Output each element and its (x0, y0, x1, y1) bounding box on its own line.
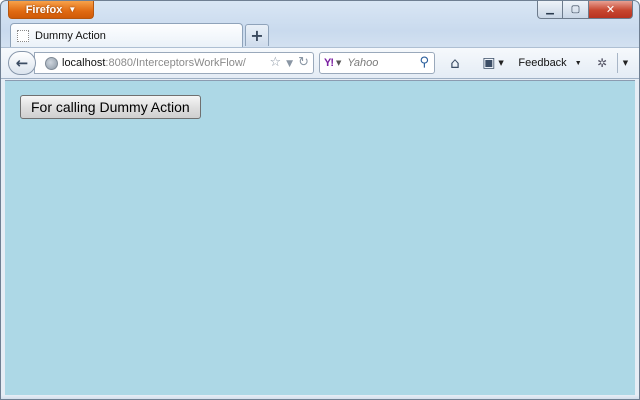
page-favicon-icon (17, 30, 29, 42)
back-button[interactable]: ← (8, 51, 36, 75)
chevron-down-icon: ▼ (498, 59, 504, 67)
tab-dummy-action[interactable]: Dummy Action (10, 23, 243, 48)
back-arrow-icon: ← (15, 54, 29, 72)
bug-report-button[interactable]: ✲ (593, 53, 611, 73)
close-button[interactable]: ✕ (589, 1, 633, 19)
reload-icon[interactable]: ↻ (298, 55, 309, 73)
chevron-down-icon: ▼ (574, 59, 582, 67)
address-bar[interactable]: localhost:8080/InterceptorsWorkFlow/ ☆ ▼… (34, 52, 314, 74)
page-content: For calling Dummy Action (5, 80, 635, 395)
browser-window: Firefox ▼ ▁ ▢ ✕ Dummy Action + localhost… (0, 0, 640, 400)
plus-icon: + (250, 26, 264, 45)
window-bottom-border (1, 395, 639, 399)
navigation-toolbar: localhost:8080/InterceptorsWorkFlow/ ☆ ▼… (1, 47, 639, 79)
bookmarks-icon: ▣ (482, 55, 496, 71)
tab-title: Dummy Action (35, 30, 106, 42)
star-icon[interactable]: ☆ (270, 55, 282, 73)
chevron-down-icon: ▼ (68, 5, 77, 14)
feedback-label: Feedback (518, 57, 567, 69)
url-path: :8080/InterceptorsWorkFlow/ (105, 57, 246, 69)
address-url[interactable]: localhost:8080/InterceptorsWorkFlow/ (62, 57, 246, 69)
bookmarks-button[interactable]: ▣ ▼ (477, 53, 509, 73)
globe-icon (45, 56, 58, 70)
home-button[interactable]: ⌂ (444, 53, 466, 73)
magnifier-icon[interactable]: ⚲ (419, 55, 429, 70)
home-icon: ⌂ (450, 54, 460, 72)
chevron-down-icon: ▼ (622, 59, 629, 67)
firefox-menu-label: Firefox (25, 3, 63, 16)
yahoo-logo-icon[interactable]: Y! (324, 57, 334, 69)
history-dropdown-icon[interactable]: ▼ (286, 55, 293, 73)
url-bar-icons: ☆ ▼ ↻ (270, 55, 309, 73)
search-bar[interactable]: Y! ▼ Yahoo ⚲ (319, 52, 435, 74)
window-controls: ▁ ▢ ✕ (537, 1, 633, 19)
url-host: localhost (62, 57, 106, 69)
firefox-menu-button[interactable]: Firefox ▼ (8, 1, 94, 19)
minimize-icon: ▁ (546, 4, 554, 15)
close-icon: ✕ (605, 3, 616, 16)
feedback-button[interactable]: Feedback ▼ (516, 53, 584, 73)
search-input[interactable]: Yahoo (347, 57, 378, 69)
maximize-button[interactable]: ▢ (563, 1, 589, 19)
maximize-icon: ▢ (570, 4, 581, 15)
search-engine-dropdown-icon[interactable]: ▼ (336, 59, 341, 67)
bug-icon: ✲ (596, 56, 608, 70)
new-tab-button[interactable]: + (245, 24, 269, 46)
toolbar-overflow-button[interactable]: ▼ (617, 53, 633, 73)
minimize-button[interactable]: ▁ (537, 1, 563, 19)
call-dummy-action-button[interactable]: For calling Dummy Action (20, 95, 201, 119)
